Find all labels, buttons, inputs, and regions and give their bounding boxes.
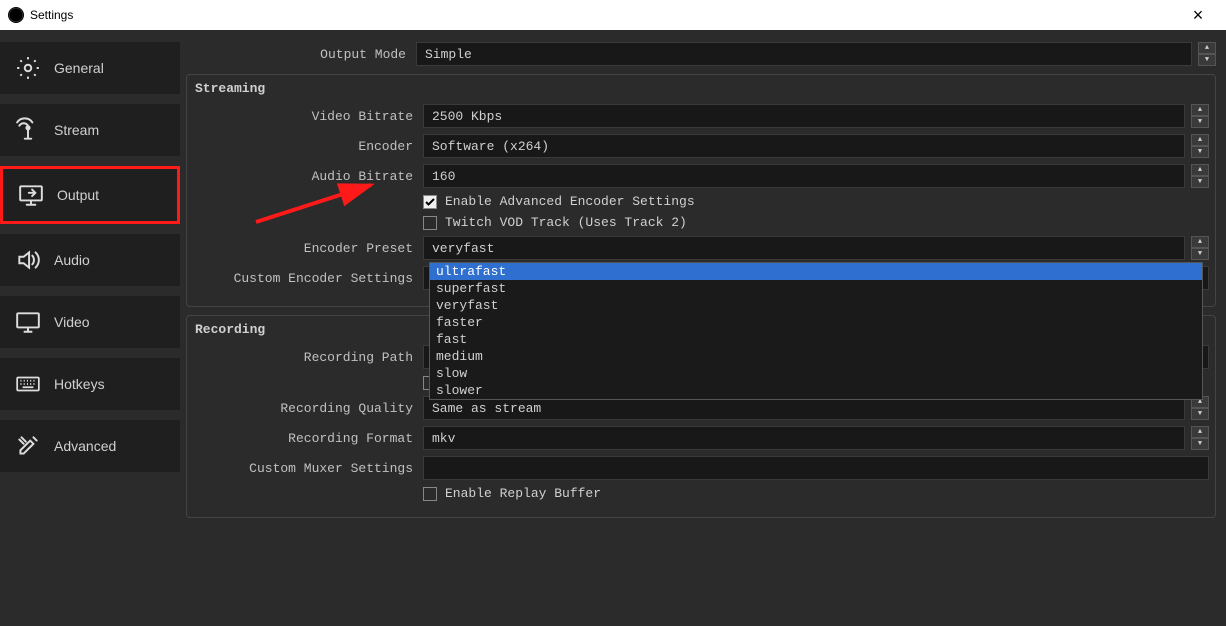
preset-option-slow[interactable]: slow [430,365,1202,382]
audio-bitrate-select[interactable]: 160 [423,164,1185,188]
sidebar-item-advanced[interactable]: Advanced [0,420,180,472]
sidebar-item-label: Advanced [54,438,116,454]
recording-format-spinner[interactable]: ▲▼ [1191,426,1209,450]
preset-option-medium[interactable]: medium [430,348,1202,365]
recording-format-select[interactable]: mkv [423,426,1185,450]
enable-replay-checkbox[interactable] [423,487,437,501]
sidebar-item-label: Stream [54,122,99,138]
sidebar-item-label: Hotkeys [54,376,105,392]
encoder-label: Encoder [193,139,423,154]
video-bitrate-label: Video Bitrate [193,109,423,124]
sidebar-item-audio[interactable]: Audio [0,234,180,286]
output-mode-select[interactable]: Simple [416,42,1192,66]
preset-option-slower[interactable]: slower [430,382,1202,399]
custom-muxer-label: Custom Muxer Settings [193,461,423,476]
preset-option-superfast[interactable]: superfast [430,280,1202,297]
encoder-select[interactable]: Software (x264) [423,134,1185,158]
sidebar-item-stream[interactable]: Stream [0,104,180,156]
twitch-vod-label: Twitch VOD Track (Uses Track 2) [445,215,687,230]
sidebar-item-output[interactable]: Output [0,166,180,224]
display-icon [14,308,42,336]
speaker-icon [14,246,42,274]
antenna-icon [14,116,42,144]
preset-option-veryfast[interactable]: veryfast [430,297,1202,314]
streaming-section: Streaming Video Bitrate 2500 Kbps ▲▼ Enc… [186,74,1216,307]
preset-option-fast[interactable]: fast [430,331,1202,348]
encoder-preset-dropdown: ultrafast superfast veryfast faster fast… [429,262,1203,400]
sidebar-item-hotkeys[interactable]: Hotkeys [0,358,180,410]
sidebar-item-label: General [54,60,104,76]
encoder-spinner[interactable]: ▲▼ [1191,134,1209,158]
encoder-preset-label: Encoder Preset [193,241,423,256]
tools-icon [14,432,42,460]
audio-bitrate-spinner[interactable]: ▲▼ [1191,164,1209,188]
custom-muxer-input[interactable] [423,456,1209,480]
recording-path-label: Recording Path [193,350,423,365]
output-mode-label: Output Mode [186,47,416,62]
twitch-vod-checkbox[interactable] [423,216,437,230]
enable-advanced-checkbox[interactable] [423,195,437,209]
settings-content: Output Mode Simple ▲▼ Streaming Video Bi… [180,36,1226,626]
sidebar-item-label: Output [57,187,99,203]
monitor-icon [17,181,45,209]
app-logo-icon [8,7,24,23]
audio-bitrate-label: Audio Bitrate [193,169,423,184]
settings-sidebar: General Stream Output Audio Video [0,36,180,626]
gear-icon [14,54,42,82]
sidebar-item-label: Audio [54,252,90,268]
enable-advanced-label: Enable Advanced Encoder Settings [445,194,695,209]
output-mode-spinner[interactable]: ▲▼ [1198,42,1216,66]
encoder-preset-spinner[interactable]: ▲▼ [1191,236,1209,260]
enable-replay-label: Enable Replay Buffer [445,486,601,501]
recording-format-label: Recording Format [193,431,423,446]
recording-quality-label: Recording Quality [193,401,423,416]
video-bitrate-spinner[interactable]: ▲▼ [1191,104,1209,128]
custom-encoder-label: Custom Encoder Settings [193,271,423,286]
keyboard-icon [14,370,42,398]
preset-option-faster[interactable]: faster [430,314,1202,331]
window-title: Settings [30,8,73,22]
preset-option-ultrafast[interactable]: ultrafast [430,263,1202,280]
sidebar-item-label: Video [54,314,90,330]
video-bitrate-input[interactable]: 2500 Kbps [423,104,1185,128]
sidebar-item-video[interactable]: Video [0,296,180,348]
encoder-preset-select[interactable]: veryfast [423,236,1185,260]
streaming-section-title: Streaming [195,81,1209,96]
sidebar-item-general[interactable]: General [0,42,180,94]
window-close-button[interactable]: × [1178,5,1218,26]
window-titlebar: Settings × [0,0,1226,30]
